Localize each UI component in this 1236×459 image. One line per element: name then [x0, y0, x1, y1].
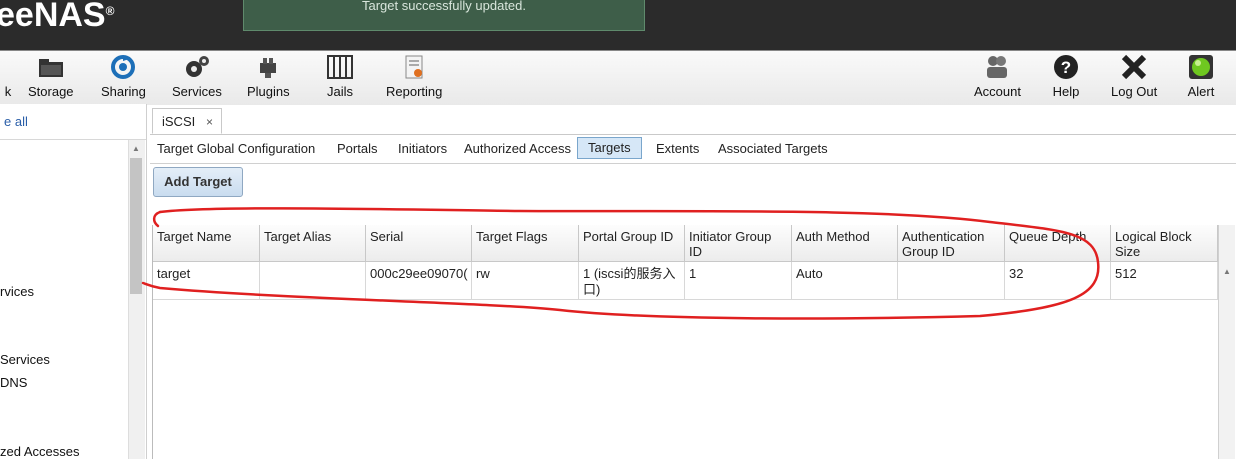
plugin-icon: [254, 53, 282, 81]
cut-off-icon: [0, 53, 22, 81]
subnav-authorized-access[interactable]: Authorized Access: [464, 140, 571, 160]
subnav-portals[interactable]: Portals: [337, 140, 377, 160]
add-target-button[interactable]: Add Target: [153, 167, 243, 197]
main-toolbar: k Storage Sharing Services Plugins Jails: [0, 50, 1236, 105]
alert-light-icon: [1187, 53, 1215, 81]
subnav-associated-targets[interactable]: Associated Targets: [718, 140, 828, 160]
scroll-up-arrow-icon[interactable]: ▲: [132, 144, 140, 153]
toolbar-item-reporting[interactable]: Reporting: [386, 53, 442, 99]
toolbar-label: Services: [172, 84, 222, 99]
table-cell[interactable]: rw: [472, 262, 579, 300]
subnav-initiators[interactable]: Initiators: [398, 140, 447, 160]
tab-label: iSCSI: [162, 114, 196, 129]
toolbar-item-storage[interactable]: Storage: [28, 53, 74, 99]
toolbar-label: Sharing: [101, 84, 146, 99]
column-header[interactable]: Auth Method: [792, 225, 898, 262]
toolbar-item-sharing[interactable]: Sharing: [101, 53, 146, 99]
subnav-target-global-configuration[interactable]: Target Global Configuration: [157, 140, 315, 160]
table-cell[interactable]: 1 (iscsi的服务入口): [579, 262, 685, 300]
tab-strip: [150, 104, 1236, 135]
toast-message: Target successfully updated.: [361, 0, 527, 13]
toolbar-label: Storage: [28, 84, 74, 99]
subnav-extents[interactable]: Extents: [656, 140, 699, 160]
left-panel-divider: [0, 139, 146, 140]
toolbar-label: Help: [1052, 84, 1080, 99]
toolbar-item-services[interactable]: Services: [172, 53, 222, 99]
table-cell[interactable]: [898, 262, 1005, 300]
toolbar-label: Reporting: [386, 84, 443, 99]
freenas-logo: eeNAS®: [0, 0, 115, 34]
folder-icon: [37, 53, 65, 81]
toolbar-item-alert[interactable]: Alert: [1187, 53, 1215, 99]
expand-all-link[interactable]: e all: [4, 114, 28, 129]
table-cell[interactable]: 512: [1111, 262, 1218, 300]
toolbar-label: Plugins: [247, 84, 290, 99]
grid-scrollbar[interactable]: ▲: [1218, 225, 1235, 459]
gears-icon: [183, 53, 211, 81]
toolbar-item-plugins[interactable]: Plugins: [247, 53, 290, 99]
left-tree-panel: e all rvices Services DNS zed Accesses: [0, 104, 147, 459]
logout-x-icon: [1120, 53, 1148, 81]
column-header[interactable]: Serial: [366, 225, 472, 262]
tree-item[interactable]: Services: [0, 352, 50, 367]
help-icon: ?: [1052, 53, 1080, 81]
close-tab-icon[interactable]: ×: [206, 109, 213, 135]
column-header[interactable]: Authentication Group ID: [898, 225, 1005, 262]
success-toast: Target successfully updated.: [243, 0, 645, 31]
toolbar-item-cut-off[interactable]: k: [0, 53, 22, 99]
subnav-targets[interactable]: Targets: [577, 137, 642, 159]
left-scrollbar-thumb[interactable]: [130, 158, 142, 294]
tree-item[interactable]: DNS: [0, 375, 27, 390]
column-header[interactable]: Logical Block Size: [1111, 225, 1218, 262]
column-header[interactable]: Target Alias: [260, 225, 366, 262]
toolbar-label: Account: [974, 84, 1021, 99]
column-header[interactable]: Target Name: [153, 225, 260, 262]
toolbar-item-jails[interactable]: Jails: [326, 53, 354, 99]
table-cell[interactable]: 1: [685, 262, 792, 300]
tab-iscsi[interactable]: iSCSI ×: [152, 108, 222, 134]
table-cell[interactable]: target: [153, 262, 260, 300]
targets-grid: Target Name Target Alias Serial Target F…: [152, 225, 1219, 459]
toolbar-label: k: [4, 84, 12, 99]
tree-item[interactable]: rvices: [0, 284, 34, 299]
toolbar-item-account[interactable]: Account: [974, 53, 1021, 99]
column-header[interactable]: Portal Group ID: [579, 225, 685, 262]
sharing-icon: [109, 53, 137, 81]
users-icon: [983, 53, 1011, 81]
report-icon: [400, 53, 428, 81]
toolbar-label: Alert: [1187, 84, 1215, 99]
column-header[interactable]: Target Flags: [472, 225, 579, 262]
toolbar-label: Jails: [326, 84, 353, 99]
column-header[interactable]: Initiator Group ID: [685, 225, 792, 262]
table-cell[interactable]: 32: [1005, 262, 1111, 300]
table-cell[interactable]: Auto: [792, 262, 898, 300]
column-header[interactable]: Queue Depth: [1005, 225, 1111, 262]
toolbar-item-help[interactable]: ? Help: [1052, 53, 1080, 99]
toolbar-item-logout[interactable]: Log Out: [1111, 53, 1157, 99]
table-cell[interactable]: [260, 262, 366, 300]
subnav-divider: [150, 163, 1236, 164]
toolbar-label: Log Out: [1111, 84, 1158, 99]
jail-bars-icon: [326, 53, 354, 81]
table-cell[interactable]: 000c29ee09070(: [366, 262, 472, 300]
svg-text:?: ?: [1061, 58, 1071, 77]
scroll-up-arrow-icon[interactable]: ▲: [1223, 267, 1231, 276]
tree-item[interactable]: zed Accesses: [0, 444, 80, 459]
